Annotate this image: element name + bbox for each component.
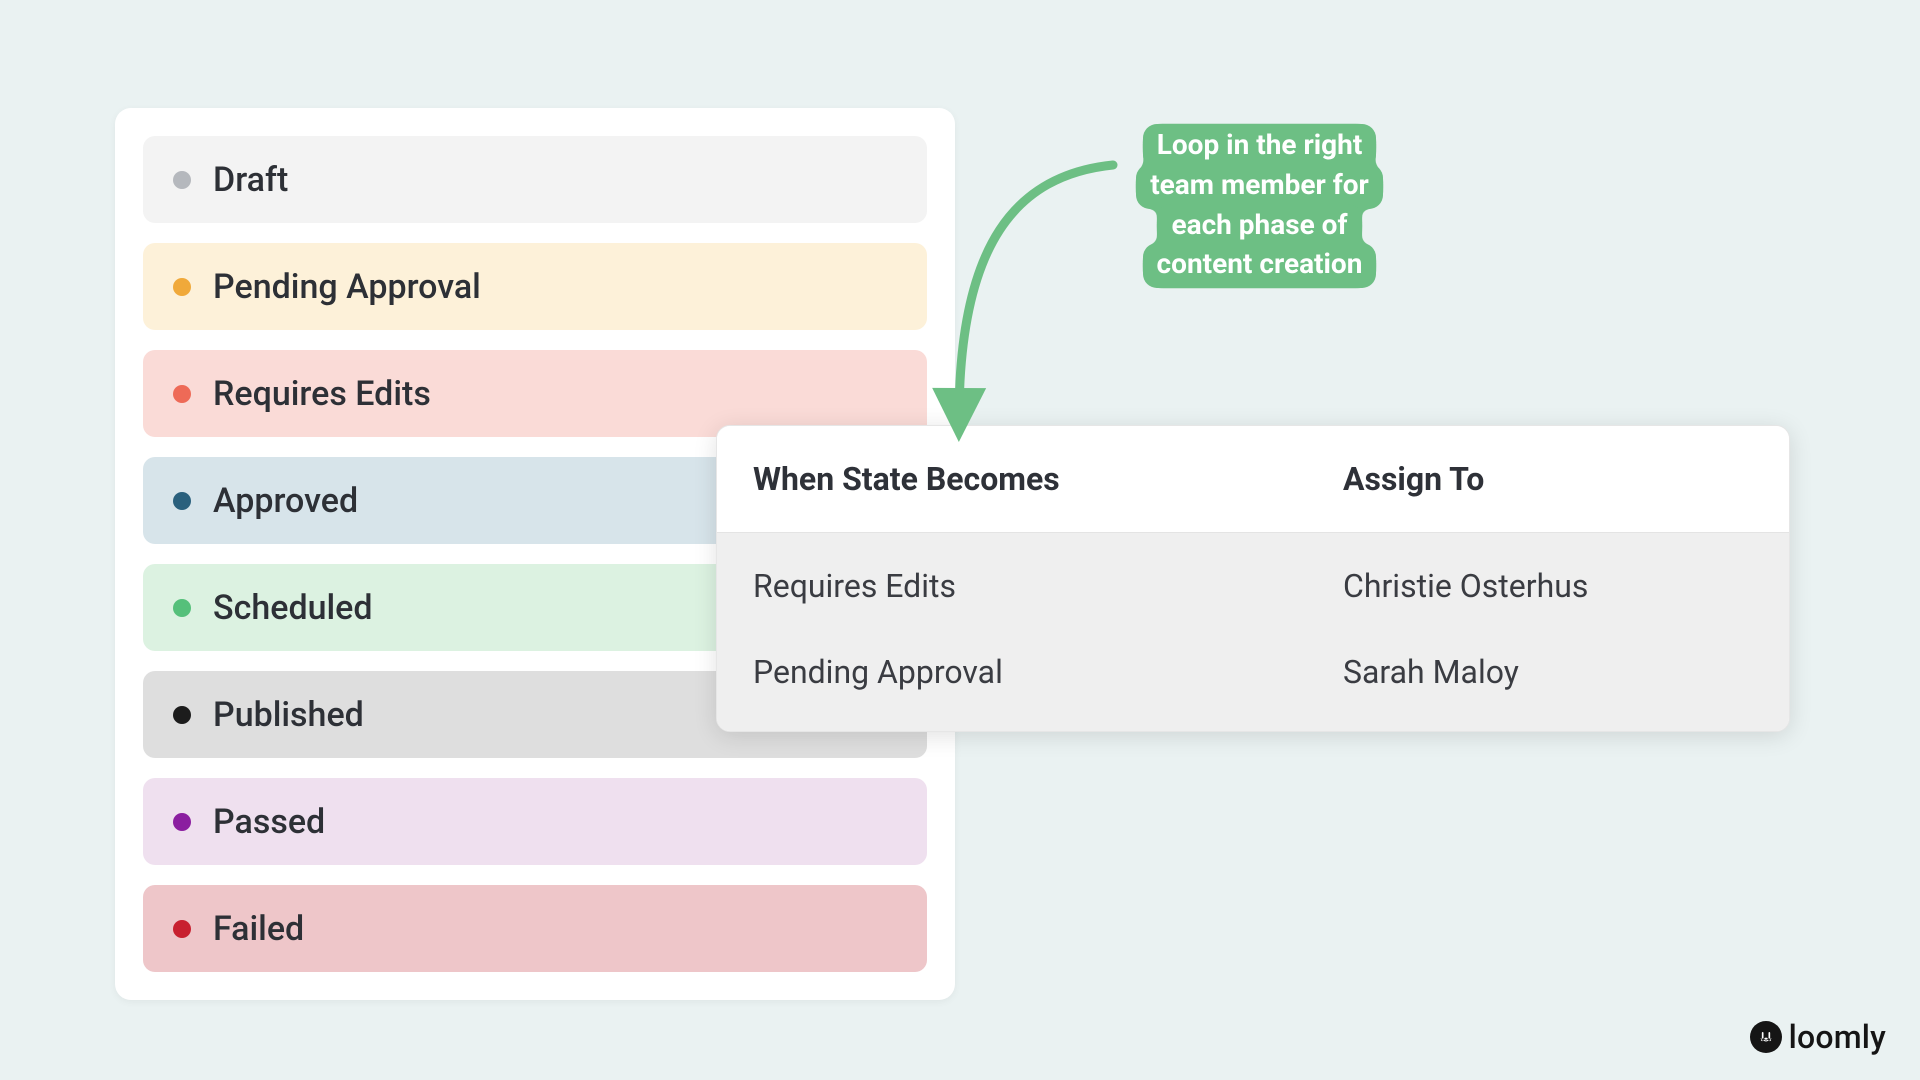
status-dot-icon xyxy=(173,385,191,403)
brand-logo: loomly xyxy=(1750,1018,1886,1056)
status-label: Approved xyxy=(213,481,358,521)
status-dot-icon xyxy=(173,492,191,510)
status-dot-icon xyxy=(173,920,191,938)
callout-text: each phase of xyxy=(1157,204,1361,249)
brand-name: loomly xyxy=(1789,1018,1886,1056)
status-item-draft[interactable]: Draft xyxy=(143,136,927,223)
status-label: Passed xyxy=(213,802,325,842)
column-header-assign: Assign To xyxy=(1343,460,1753,498)
callout-text: content creation xyxy=(1143,243,1377,288)
status-dot-icon xyxy=(173,171,191,189)
callout-text: Loop in the right xyxy=(1143,124,1377,169)
status-label: Pending Approval xyxy=(213,267,481,307)
assignment-row[interactable]: Pending Approval Sarah Maloy xyxy=(753,653,1753,691)
callout-bubble: Loop in the right team member for each p… xyxy=(1111,112,1408,301)
status-dot-icon xyxy=(173,813,191,831)
assignment-assignee: Christie Osterhus xyxy=(1343,567,1753,605)
status-dot-icon xyxy=(173,278,191,296)
status-dot-icon xyxy=(173,599,191,617)
status-item-pending-approval[interactable]: Pending Approval xyxy=(143,243,927,330)
callout-text: team member for xyxy=(1136,164,1383,209)
status-item-requires-edits[interactable]: Requires Edits xyxy=(143,350,927,437)
status-label: Failed xyxy=(213,909,304,949)
assignment-rules-popup: When State Becomes Assign To Requires Ed… xyxy=(716,425,1790,732)
status-label: Published xyxy=(213,695,364,735)
status-label: Scheduled xyxy=(213,588,373,628)
status-label: Draft xyxy=(213,160,288,200)
assignment-body: Requires Edits Christie Osterhus Pending… xyxy=(717,533,1789,731)
assignment-assignee: Sarah Maloy xyxy=(1343,653,1753,691)
assignment-state: Requires Edits xyxy=(753,567,1343,605)
column-header-state: When State Becomes xyxy=(753,460,1343,498)
callout-arrow-icon xyxy=(935,155,1145,445)
status-label: Requires Edits xyxy=(213,374,431,414)
assignment-row[interactable]: Requires Edits Christie Osterhus xyxy=(753,567,1753,605)
assignment-header: When State Becomes Assign To xyxy=(717,426,1789,533)
assignment-state: Pending Approval xyxy=(753,653,1343,691)
status-item-passed[interactable]: Passed xyxy=(143,778,927,865)
status-item-failed[interactable]: Failed xyxy=(143,885,927,972)
brand-icon xyxy=(1750,1021,1782,1053)
status-dot-icon xyxy=(173,706,191,724)
